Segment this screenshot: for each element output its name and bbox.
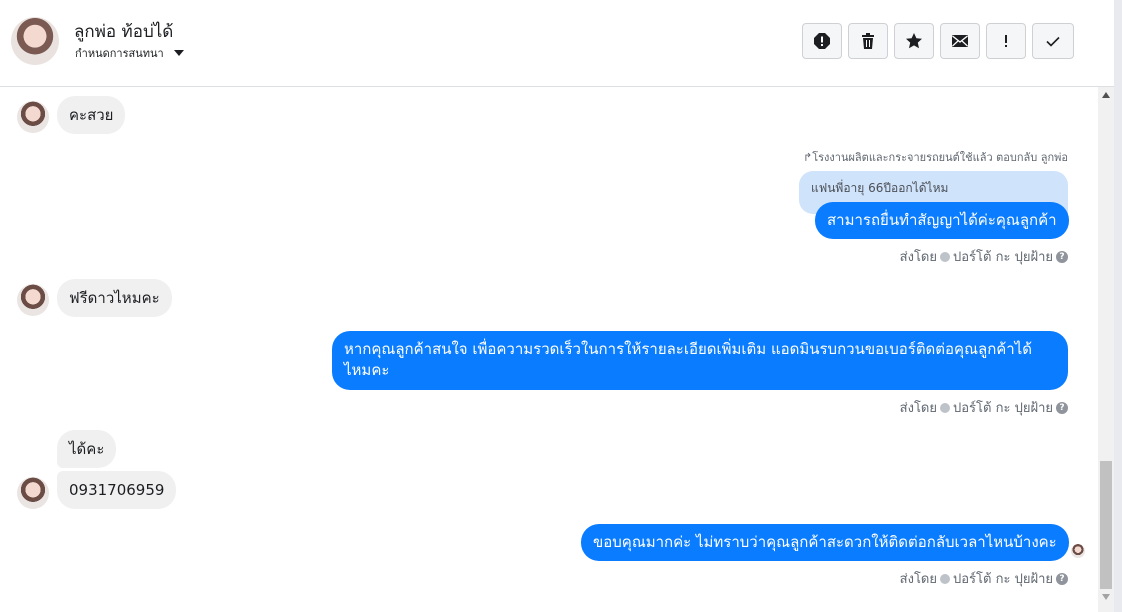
incoming-message: 0931706959 [57,471,177,509]
caret-down-icon [173,50,184,56]
reply-context: ↱โรงงานผลิตและกระจายรถยนต์ใช้แล้ว ตอบกลั… [803,151,1068,164]
seen-indicator-avatar [1071,544,1085,558]
outgoing-message: หากคุณลูกค้าสนใจ เพื่อความรวดเร็วในการให… [332,331,1068,390]
sent-check-icon [940,251,950,262]
help-icon[interactable]: ? [1056,572,1068,585]
follow-up-button[interactable] [986,23,1026,59]
sent-by-info: ส่งโดย ปอร์โต้ กะ ปุยฝ้าย ? [900,397,1068,418]
help-icon[interactable]: ? [1056,401,1068,414]
contact-avatar-small[interactable] [17,284,49,316]
incoming-message: คะสวย [57,96,126,134]
sent-check-icon [940,573,950,584]
check-icon [1046,36,1060,47]
thread-scrollbar[interactable] [1098,87,1114,612]
trash-icon [862,33,874,49]
conversation-header: ลูกพ่อ ท้อบ่ได้ กำหนดการสนทนา [0,0,1114,87]
scrollbar-thumb[interactable] [1100,461,1112,589]
outgoing-message: ขอบคุณมากค่ะ ไม่ทราบว่าคุณลูกค้าสะดวกให้… [581,524,1069,561]
contact-avatar-small[interactable] [17,477,49,509]
star-icon [906,33,922,49]
exclamation-icon [1005,35,1007,47]
star-button[interactable] [894,23,934,59]
scroll-up-arrow-icon[interactable] [1102,92,1110,98]
help-icon[interactable]: ? [1056,250,1068,263]
outgoing-message: สามารถยื่นทำสัญญาได้ค่ะคุณลูกค้า [815,202,1069,239]
delete-button[interactable] [848,23,888,59]
mark-spam-button[interactable] [802,23,842,59]
assign-conversation-dropdown[interactable]: กำหนดการสนทนา [75,44,184,62]
conversation-toolbar [802,23,1074,59]
sent-check-icon [940,402,950,413]
mark-done-button[interactable] [1032,23,1074,59]
window-edge [1114,0,1122,612]
sent-by-info: ส่งโดย ปอร์โต้ กะ ปุยฝ้าย ? [900,246,1068,267]
contact-avatar-small[interactable] [17,101,49,133]
spam-alert-icon [814,33,830,49]
sent-by-info: ส่งโดย ปอร์โต้ กะ ปุยฝ้าย ? [900,568,1068,589]
incoming-message: ได้คะ [57,430,117,468]
contact-name[interactable]: ลูกพ่อ ท้อบ่ได้ [74,18,173,45]
mail-icon [952,35,968,47]
incoming-message: ฟรีดาวไหมคะ [57,279,172,317]
scroll-down-arrow-icon[interactable] [1102,594,1110,600]
contact-avatar[interactable] [11,17,59,65]
reply-arrow-icon: ↱ [803,151,813,164]
assign-label: กำหนดการสนทนา [75,47,164,60]
mark-unread-button[interactable] [940,23,980,59]
